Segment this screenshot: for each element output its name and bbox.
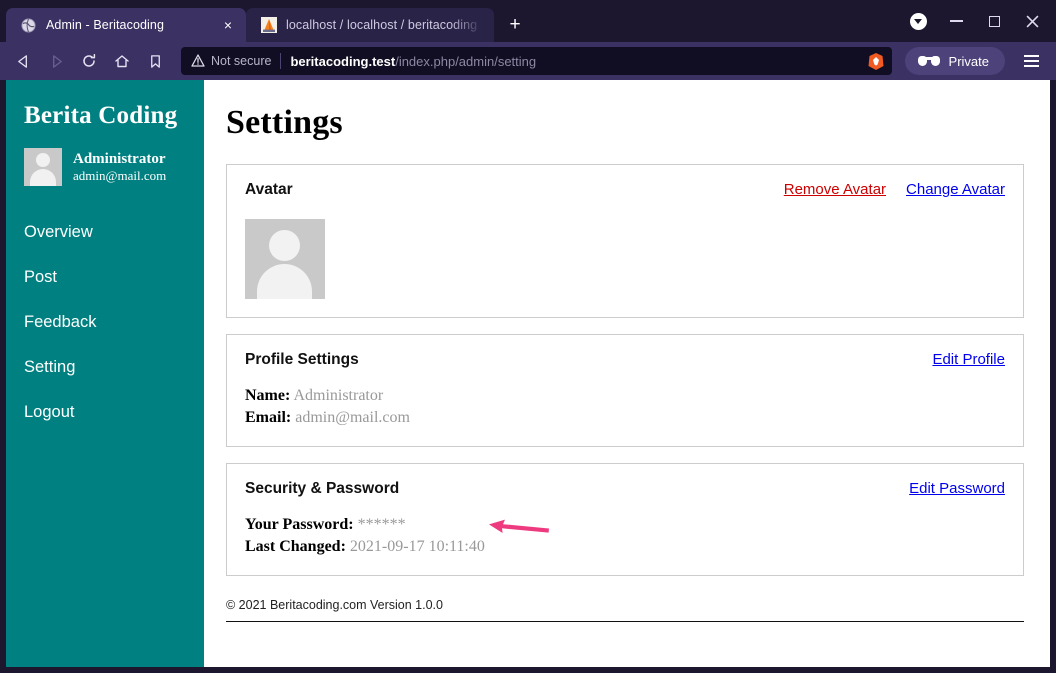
globe-icon xyxy=(20,17,37,34)
page-title: Settings xyxy=(226,104,343,141)
main-content: Settings Avatar Remove Avatar Change Ava… xyxy=(204,80,1050,667)
tab-phpmyadmin[interactable]: localhost / localhost / beritacoding xyxy=(246,8,494,42)
avatar-card: Avatar Remove Avatar Change Avatar xyxy=(226,164,1024,318)
field-value: admin@mail.com xyxy=(295,408,410,426)
field-value: 2021-09-17 10:11:40 xyxy=(349,537,485,555)
avatar-card-title: Avatar xyxy=(245,181,293,198)
edit-profile-link[interactable]: Edit Profile xyxy=(932,351,1005,368)
security-field-last-changed: Last Changed: 2021-09-17 10:11:40 xyxy=(245,519,1005,558)
glasses-icon xyxy=(917,56,940,66)
field-label: Email: xyxy=(245,408,292,426)
new-tab-button[interactable]: + xyxy=(500,10,530,40)
user-placeholder-icon xyxy=(24,148,62,186)
back-icon[interactable] xyxy=(8,46,38,76)
tab-admin-beritacoding[interactable]: Admin - Beritacoding × xyxy=(6,8,246,42)
field-label: Last Changed: xyxy=(245,537,346,555)
sidebar-item-setting[interactable]: Setting xyxy=(6,345,204,390)
sidebar-item-logout[interactable]: Logout xyxy=(6,390,204,435)
maximize-button[interactable] xyxy=(976,2,1012,40)
security-password-card: Security & Password Edit Password Your P… xyxy=(226,463,1024,577)
sidebar-item-feedback[interactable]: Feedback xyxy=(6,300,204,345)
arrow-left-annotation-icon xyxy=(487,518,549,534)
sidebar-nav: Overview Post Feedback Setting Logout xyxy=(6,210,204,435)
profile-field-name: Name: Administrator xyxy=(245,385,1005,407)
profile-card-title: Profile Settings xyxy=(245,351,359,368)
private-mode-label: Private xyxy=(948,53,989,69)
field-label: Your Password: xyxy=(245,516,354,534)
phpmyadmin-icon xyxy=(260,17,277,34)
bookmark-icon[interactable] xyxy=(140,46,170,76)
app-sidebar: Berita Coding Administrator admin@mail.c… xyxy=(6,80,204,667)
sidebar-user-email: admin@mail.com xyxy=(73,168,167,184)
url-host: beritacoding.test xyxy=(290,53,396,69)
sidebar-item-overview[interactable]: Overview xyxy=(6,210,204,255)
url-path: /index.php/admin/setting xyxy=(395,53,537,69)
page-viewport: Berita Coding Administrator admin@mail.c… xyxy=(0,80,1056,673)
brave-lion-icon[interactable] xyxy=(866,51,886,71)
tab-title: Admin - Beritacoding xyxy=(46,18,165,32)
user-placeholder-icon xyxy=(245,219,325,299)
profile-settings-card: Profile Settings Edit Profile Name: Admi… xyxy=(226,334,1024,448)
change-avatar-link[interactable]: Change Avatar xyxy=(906,181,1005,198)
browser-menu-button[interactable] xyxy=(1016,46,1046,76)
tab-title: localhost / localhost / beritacoding xyxy=(286,18,478,32)
download-indicator-icon[interactable] xyxy=(900,2,936,40)
profile-fields: Name: Administrator Email: admin@mail.co… xyxy=(245,385,1005,428)
url-bar[interactable]: Not secure beritacoding.test/index.php/a… xyxy=(181,47,892,75)
minimize-button[interactable] xyxy=(938,2,974,40)
security-status-label: Not secure xyxy=(211,54,272,68)
brand-title: Berita Coding xyxy=(24,102,178,129)
url-text: beritacoding.test/index.php/admin/settin… xyxy=(290,54,852,69)
field-label: Name: xyxy=(245,387,291,404)
field-value: Administrator xyxy=(293,387,384,404)
security-card-title: Security & Password xyxy=(245,480,400,498)
edit-password-link[interactable]: Edit Password xyxy=(909,480,1005,497)
security-status[interactable]: Not secure xyxy=(191,53,272,69)
sidebar-item-post[interactable]: Post xyxy=(6,255,204,300)
forward-icon xyxy=(41,46,71,76)
reload-icon[interactable] xyxy=(74,46,104,76)
close-icon[interactable]: × xyxy=(219,16,237,34)
warning-triangle-icon xyxy=(191,53,205,69)
browser-window: Admin - Beritacoding × localhost / local… xyxy=(0,0,1056,673)
profile-field-email: Email: admin@mail.com xyxy=(245,407,1005,429)
close-window-button[interactable] xyxy=(1014,2,1050,40)
home-icon[interactable] xyxy=(107,46,137,76)
security-fields: Your Password: ****** Last Changed: 2021… xyxy=(245,514,1005,557)
url-divider xyxy=(280,53,282,69)
tab-strip: Admin - Beritacoding × localhost / local… xyxy=(0,0,1056,42)
field-value: ****** xyxy=(357,516,406,534)
security-field-password: Your Password: ****** xyxy=(245,514,1005,536)
sidebar-user-block: Administrator admin@mail.com xyxy=(6,130,204,186)
navigation-toolbar: Not secure beritacoding.test/index.php/a… xyxy=(0,42,1056,80)
page-footer: © 2021 Beritacoding.com Version 1.0.0 xyxy=(226,592,1024,623)
window-controls xyxy=(900,0,1056,42)
private-mode-indicator[interactable]: Private xyxy=(904,47,1005,75)
remove-avatar-link[interactable]: Remove Avatar xyxy=(784,181,886,198)
sidebar-user-name: Administrator xyxy=(73,150,166,167)
